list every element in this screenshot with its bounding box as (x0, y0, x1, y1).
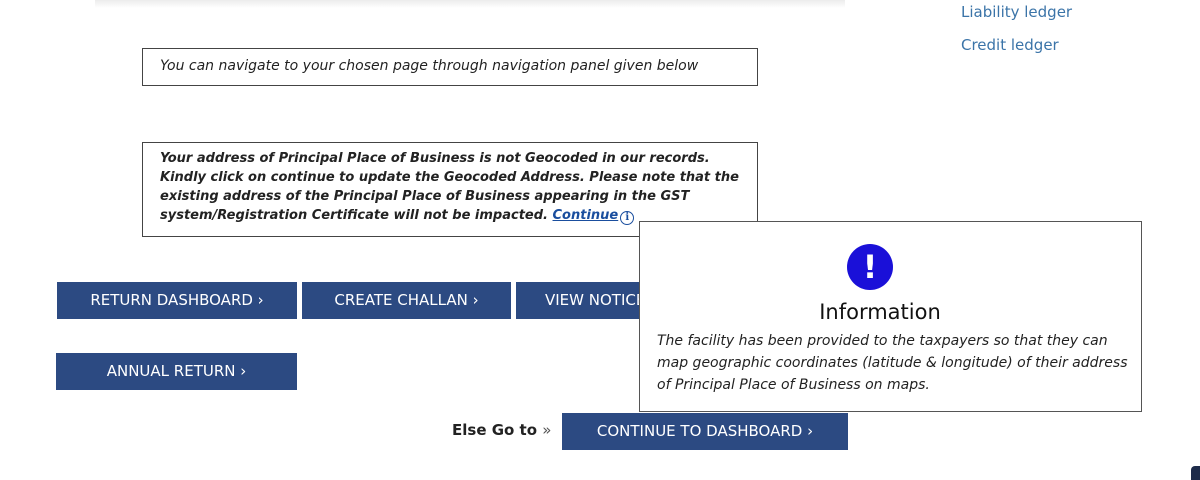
else-go-to-label: Else Go to » (452, 421, 551, 439)
exclamation-icon: ! (847, 244, 893, 290)
liability-ledger-link[interactable]: Liability ledger (961, 3, 1072, 21)
top-panel-edge (95, 0, 845, 8)
popup-message: The facility has been provided to the ta… (657, 333, 1128, 393)
navigation-notice: You can navigate to your chosen page thr… (142, 48, 758, 86)
annual-return-button[interactable]: ANNUAL RETURN › (56, 353, 297, 390)
information-popup: ! Information The facility has been prov… (639, 221, 1142, 412)
create-challan-button[interactable]: CREATE CHALLAN › (302, 282, 511, 319)
geocode-notice-text: Your address of Principal Place of Busin… (160, 151, 739, 223)
return-dashboard-button[interactable]: RETURN DASHBOARD › (57, 282, 297, 319)
continue-to-dashboard-button[interactable]: CONTINUE TO DASHBOARD › (562, 413, 848, 450)
info-icon[interactable]: i (620, 211, 635, 225)
credit-ledger-link[interactable]: Credit ledger (961, 36, 1059, 54)
else-go-to-text: Else Go to (452, 421, 538, 439)
continue-link[interactable]: Continue (553, 208, 619, 223)
double-chevron-icon: » (542, 421, 552, 439)
popup-title: Information (819, 300, 941, 324)
